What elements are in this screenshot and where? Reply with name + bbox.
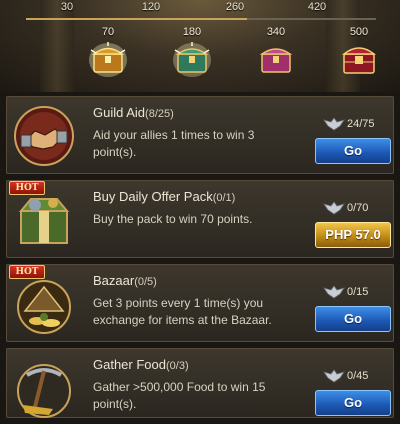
task-points-value: 0/70 <box>347 202 369 214</box>
task-go-button[interactable]: Go <box>315 138 391 164</box>
task-points: 0/70 <box>323 201 368 215</box>
green-chest-icon <box>173 42 211 77</box>
chest-points: 500 <box>349 26 369 38</box>
task-title-text: Guild Aid <box>93 105 146 120</box>
reward-banner: 30 120 260 420 70 180 340 500 <box>0 0 400 92</box>
task-count: (8/25) <box>145 108 174 120</box>
gift-crate-icon <box>18 198 70 244</box>
task-title: Gather Food(0/3) <box>93 357 189 372</box>
task-points-value: 0/45 <box>347 370 369 382</box>
threshold-label: 30 <box>60 1 74 13</box>
task-go-button[interactable]: Go <box>315 390 391 416</box>
task-go-button[interactable]: Go <box>315 306 391 332</box>
points-emblem-icon <box>323 117 345 131</box>
hot-badge: HOT <box>9 181 45 195</box>
hot-badge: HOT <box>9 265 45 279</box>
task-description: Buy the pack to win 70 points. <box>93 212 253 226</box>
red-chest-icon <box>341 47 377 74</box>
task-count: (0/3) <box>166 360 189 372</box>
reward-chest-4[interactable]: 500 <box>329 26 389 90</box>
threshold-label: 420 <box>307 1 327 13</box>
task-points: 0/45 <box>323 369 368 383</box>
reward-chest-2[interactable]: 180 <box>162 26 222 90</box>
gold-chest-icon <box>89 42 127 77</box>
points-progress-fill <box>26 18 247 20</box>
threshold-row: 30 120 260 420 <box>0 0 400 16</box>
task-icon-frame <box>13 189 75 251</box>
task-title: Buy Daily Offer Pack(0/1) <box>93 189 235 204</box>
task-title-text: Bazaar <box>93 273 135 288</box>
reward-chest-1[interactable]: 70 <box>78 26 138 90</box>
task-description: Aid your allies 1 times to win 3 point(s… <box>93 128 255 159</box>
points-progress-bar <box>26 18 376 20</box>
task-daily-offer-pack: HOT Buy Daily Offer Pack(0/1) Buy the pa… <box>6 180 394 258</box>
task-points: 24/75 <box>323 117 375 131</box>
reward-chest-3[interactable]: 340 <box>246 26 306 90</box>
task-title: Bazaar(0/5) <box>93 273 157 288</box>
points-emblem-icon <box>323 201 345 215</box>
bazaar-tent-icon <box>17 280 71 334</box>
task-points-value: 0/15 <box>347 286 369 298</box>
chest-points: 340 <box>266 26 286 38</box>
pink-chest-icon <box>259 48 293 73</box>
task-title-text: Gather Food <box>93 357 166 372</box>
task-title: Guild Aid(8/25) <box>93 105 174 120</box>
task-title-text: Buy Daily Offer Pack <box>93 189 213 204</box>
chest-points: 180 <box>182 26 202 38</box>
task-gather-food: Gather Food(0/3) Gather >500,000 Food to… <box>6 348 394 418</box>
task-count: (0/5) <box>134 276 157 288</box>
task-bazaar: HOT Bazaar(0/5) Get 3 points every 1 tim… <box>6 264 394 342</box>
task-guild-aid: Guild Aid(8/25) Aid your allies 1 times … <box>6 96 394 174</box>
task-price-button[interactable]: PHP 57.0 <box>315 222 391 248</box>
threshold-label: 260 <box>225 1 245 13</box>
task-description: Gather >500,000 Food to win 15 point(s). <box>93 380 266 411</box>
task-count: (0/1) <box>212 192 236 204</box>
task-points-value: 24/75 <box>347 118 375 130</box>
task-description: Get 3 points every 1 time(s) you exchang… <box>93 296 272 327</box>
points-emblem-icon <box>323 285 345 299</box>
chest-points: 70 <box>101 26 115 38</box>
task-icon-frame <box>13 105 75 167</box>
task-icon-frame <box>13 273 75 335</box>
handshake-icon <box>14 106 74 166</box>
task-points: 0/15 <box>323 285 368 299</box>
points-emblem-icon <box>323 369 345 383</box>
threshold-label: 120 <box>141 1 161 13</box>
